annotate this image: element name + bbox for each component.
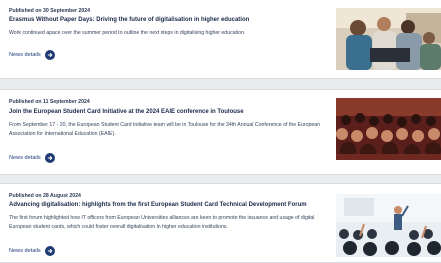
article-title[interactable]: Advancing digitalisation: highlights fro… — [9, 202, 319, 208]
article-description: The first forum highlighted how IT offic… — [9, 215, 315, 230]
article-title[interactable]: Join the European Student Card Initiativ… — [9, 109, 319, 115]
arrow-right-icon — [44, 153, 55, 163]
arrow-right-icon — [44, 50, 55, 60]
article-title[interactable]: Erasmus Without Paper Days: Driving the … — [9, 17, 319, 23]
news-details-link[interactable]: News details — [9, 50, 55, 60]
publish-date: Published on 11 September 2024 — [9, 99, 90, 105]
article-description: Work continued apace over the summer per… — [9, 30, 246, 36]
news-details-link[interactable]: News details — [9, 153, 55, 163]
news-card: Published on 28 August 2024 Advancing di… — [0, 183, 441, 263]
article-thumbnail — [336, 8, 441, 70]
news-details-label: News details — [9, 155, 41, 161]
arrow-right-icon — [44, 246, 55, 256]
news-card: Published on 30 September 2024 Erasmus W… — [0, 0, 441, 79]
publish-date: Published on 28 August 2024 — [9, 193, 81, 199]
news-details-label: News details — [9, 52, 41, 58]
news-card: Published on 11 September 2024 Join the … — [0, 89, 441, 175]
news-details-link[interactable]: News details — [9, 246, 55, 256]
article-thumbnail — [336, 194, 441, 257]
publish-date: Published on 30 September 2024 — [9, 8, 91, 14]
article-thumbnail — [336, 98, 441, 160]
news-details-label: News details — [9, 248, 41, 254]
article-description: From September 17 - 20, the European Stu… — [9, 122, 321, 137]
